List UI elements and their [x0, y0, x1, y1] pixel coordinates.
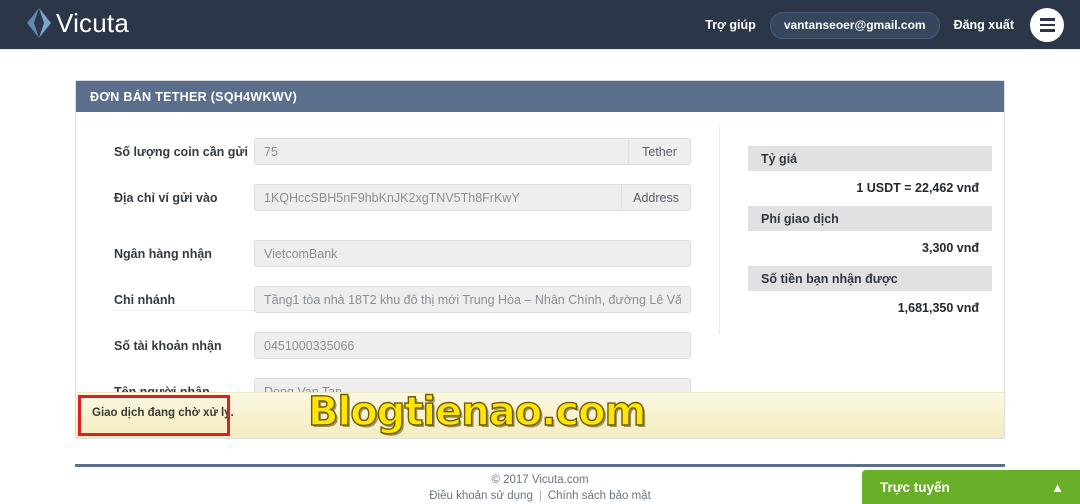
footer-link-separator: |	[538, 490, 542, 502]
coin-unit-addon[interactable]: Tether	[629, 138, 691, 165]
account-number-input[interactable]	[254, 332, 691, 359]
terms-link[interactable]: Điều khoản sử dụng	[429, 490, 533, 502]
card-body: Số lượng coin cần gửi Tether Địa chỉ ví …	[76, 112, 1004, 405]
summary-label-receive: Số tiền bạn nhận được	[748, 266, 992, 291]
order-card: ĐƠN BÁN TETHER (SQH4WKWV) Số lượng coin …	[75, 80, 1005, 439]
field-control	[254, 332, 719, 359]
field-control: Address	[254, 184, 719, 211]
field-row-wallet-address: Địa chỉ ví gửi vào Address	[76, 184, 719, 211]
top-navbar: Vicuta Trợ giúp vantanseoer@gmail.com Đă…	[0, 0, 1080, 50]
summary-value-receive: 1,681,350 vnđ	[897, 301, 979, 315]
hamburger-bar	[1039, 18, 1055, 21]
help-link[interactable]: Trợ giúp	[705, 18, 756, 32]
hamburger-menu-icon[interactable]	[1030, 8, 1064, 42]
watermark-text: Blogtienao.com	[307, 388, 647, 435]
field-control	[254, 286, 719, 313]
field-label: Chi nhánh	[114, 292, 176, 307]
field-control: Tether	[254, 138, 719, 165]
bank-name-input[interactable]	[254, 240, 691, 267]
card-title: ĐƠN BÁN TETHER (SQH4WKWV)	[76, 81, 1004, 112]
navbar-actions: Trợ giúp vantanseoer@gmail.com Đăng xuất	[705, 0, 1064, 50]
diamond-arrow-logo-icon	[27, 8, 51, 38]
field-control	[254, 240, 719, 267]
hamburger-bar	[1039, 23, 1055, 27]
address-addon[interactable]: Address	[622, 184, 691, 211]
chevron-up-icon[interactable]: ▲	[1051, 481, 1064, 494]
field-row-branch: Chi nhánh	[76, 286, 719, 313]
live-chat-widget[interactable]: Trực tuyến ▲	[862, 470, 1080, 504]
field-label: Địa chỉ ví gửi vào	[114, 190, 218, 205]
field-label: Ngân hàng nhận	[114, 246, 212, 261]
brand-logo[interactable]: Vicuta	[26, 6, 129, 40]
order-form: Số lượng coin cần gửi Tether Địa chỉ ví …	[76, 112, 719, 424]
field-row-coin-amount: Số lượng coin cần gửi Tether	[76, 138, 719, 165]
summary-label-fee: Phí giao dịch	[748, 206, 992, 231]
field-row-bank: Ngân hàng nhận	[76, 240, 719, 267]
status-highlight-annotation	[78, 395, 230, 436]
field-label: Số lượng coin cần gửi	[114, 144, 248, 159]
status-bar: Giao dịch đang chờ xử lý. Blogtienao.com	[76, 388, 1004, 438]
brand-name: Vicuta	[56, 8, 129, 38]
field-label: Số tài khoản nhận	[114, 338, 222, 353]
chat-status-label: Trực tuyến	[880, 479, 950, 495]
wallet-address-input[interactable]	[254, 184, 623, 211]
branch-input[interactable]	[254, 286, 691, 313]
footer-divider	[75, 464, 1005, 467]
field-row-account-number: Số tài khoản nhận	[76, 332, 719, 359]
summary-label-rate: Tỷ giá	[748, 146, 992, 171]
column-divider	[719, 126, 720, 334]
page-root: Vicuta Trợ giúp vantanseoer@gmail.com Đă…	[0, 0, 1080, 504]
hamburger-bar	[1039, 29, 1055, 32]
order-summary: Tỷ giá 1 USDT = 22,462 vnđ Phí giao dịch…	[748, 146, 992, 326]
summary-value-rate: 1 USDT = 22,462 vnđ	[856, 181, 979, 195]
logout-link[interactable]: Đăng xuất	[954, 18, 1014, 32]
privacy-link[interactable]: Chính sách bảo mật	[548, 490, 651, 502]
summary-value-fee: 3,300 vnđ	[922, 241, 979, 255]
account-email-badge[interactable]: vantanseoer@gmail.com	[769, 11, 940, 39]
coin-amount-input[interactable]	[254, 138, 629, 165]
